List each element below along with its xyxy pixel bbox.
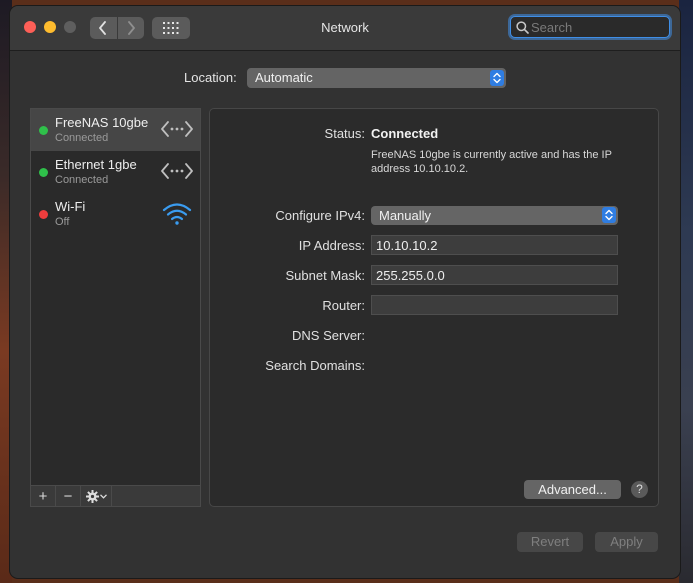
service-name: Ethernet 1gbe	[55, 157, 137, 172]
wifi-icon	[162, 203, 192, 225]
popup-arrows-icon	[490, 70, 504, 86]
router-label: Router:	[322, 298, 365, 313]
ethernet-arrows-icon	[161, 163, 193, 179]
ip-address-label: IP Address:	[298, 238, 365, 253]
search-input[interactable]	[531, 17, 665, 37]
location-value: Automatic	[255, 70, 313, 85]
service-status: Connected	[55, 132, 109, 144]
chevron-down-icon	[99, 493, 107, 499]
help-button[interactable]: ?	[631, 481, 648, 498]
add-service-button[interactable]: +	[31, 486, 56, 506]
location-popup[interactable]: Automatic	[247, 68, 506, 88]
status-description: FreeNAS 10gbe is currently active and ha…	[371, 149, 612, 175]
location-label: Location:	[184, 70, 237, 85]
gear-icon	[85, 489, 99, 503]
search-icon	[516, 21, 529, 34]
configure-ipv4-popup[interactable]: Manually	[371, 206, 618, 225]
service-detail-panel: Status: Connected FreeNAS 10gbe is curre…	[209, 108, 659, 507]
desktop-background-right	[679, 0, 693, 583]
configure-ipv4-value: Manually	[379, 208, 432, 223]
ip-address-field[interactable]: 10.10.10.2	[371, 235, 618, 255]
service-item-ethernet-1gbe[interactable]: Ethernet 1gbe Connected	[31, 151, 200, 193]
configure-ipv4-label: Configure IPv4:	[275, 208, 365, 223]
service-list-toolbar: + −	[31, 485, 200, 506]
service-item-freenas-10gbe[interactable]: FreeNAS 10gbe Connected	[31, 109, 200, 151]
status-value: Connected	[371, 126, 439, 141]
service-list: FreeNAS 10gbe Connected Ethernet 1gbe Co…	[30, 108, 201, 507]
subnet-mask-label: Subnet Mask:	[285, 268, 366, 283]
network-preferences-window: Network Location: Automatic FreeNAS 10gb…	[10, 6, 680, 578]
apply-button[interactable]: Apply	[595, 532, 658, 552]
service-item-wifi[interactable]: Wi-Fi Off	[31, 193, 200, 235]
status-dot	[39, 210, 48, 219]
status-label: Status:	[324, 126, 365, 141]
service-actions-button[interactable]	[81, 486, 112, 506]
service-status: Off	[55, 216, 70, 228]
remove-service-button[interactable]: −	[56, 486, 81, 506]
status-dot	[39, 126, 48, 135]
search-domains-label: Search Domains:	[265, 358, 365, 373]
status-dot	[39, 168, 48, 177]
popup-arrows-icon	[602, 207, 616, 223]
router-field[interactable]	[371, 295, 618, 315]
revert-button[interactable]: Revert	[517, 532, 583, 552]
service-name: Wi-Fi	[55, 199, 86, 214]
advanced-button[interactable]: Advanced...	[524, 480, 621, 499]
search-field[interactable]	[510, 16, 670, 38]
title-bar: Network	[10, 6, 680, 51]
subnet-mask-field[interactable]: 255.255.0.0	[371, 265, 618, 285]
service-name: FreeNAS 10gbe	[55, 115, 149, 130]
ethernet-arrows-icon	[161, 121, 193, 137]
dns-server-label: DNS Server:	[292, 328, 365, 343]
service-status: Connected	[55, 174, 109, 186]
